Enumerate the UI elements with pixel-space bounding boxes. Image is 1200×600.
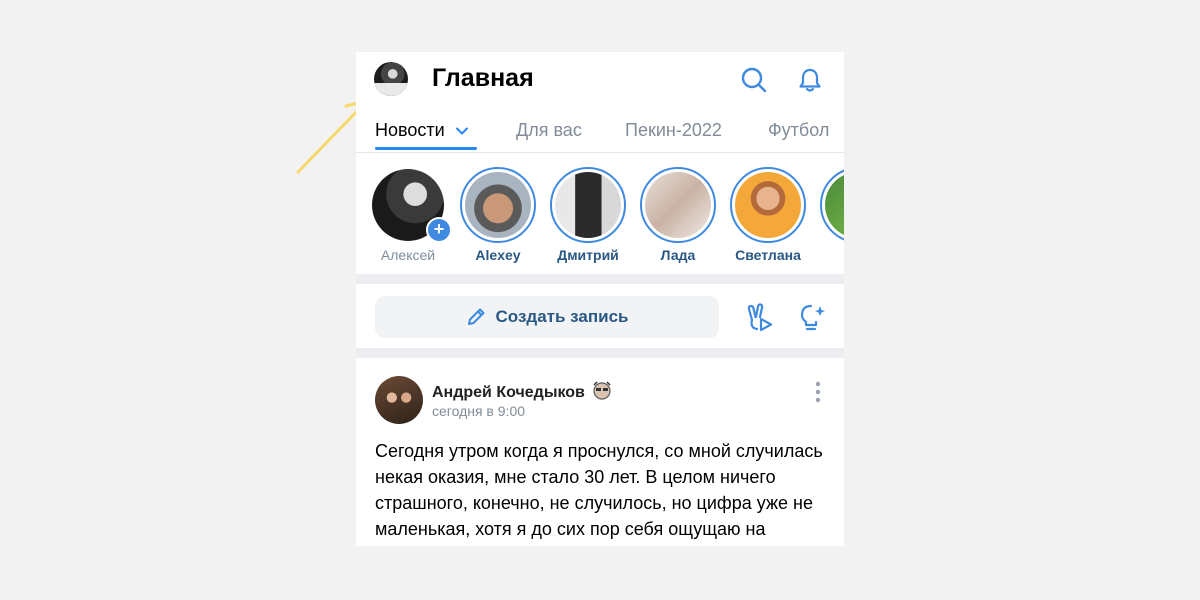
story-name: Лада xyxy=(660,247,696,263)
more-options-icon[interactable] xyxy=(814,380,822,404)
tab-football[interactable]: Футбол xyxy=(768,120,829,141)
active-tab-indicator xyxy=(375,147,477,150)
tab-for-you[interactable]: Для вас xyxy=(516,120,582,141)
search-icon[interactable] xyxy=(740,66,768,94)
story-item[interactable]: Светлана xyxy=(726,167,810,263)
post-author-label: Андрей Кочедыков xyxy=(432,384,585,401)
story-name: Светлана xyxy=(735,247,801,263)
post-timestamp: сегодня в 9:00 xyxy=(432,403,526,419)
story-item[interactable]: Лада xyxy=(636,167,720,263)
idea-icon[interactable] xyxy=(794,300,828,334)
profile-avatar[interactable] xyxy=(374,62,408,96)
story-name: Alexey xyxy=(475,247,521,263)
chevron-down-icon xyxy=(455,127,468,135)
story-avatar xyxy=(645,172,711,238)
create-post-button[interactable]: Создать запись xyxy=(375,296,719,338)
pencil-icon xyxy=(467,308,485,325)
story-name: Алексей xyxy=(380,247,436,263)
create-post-label: Создать запись xyxy=(495,307,629,326)
bell-icon[interactable] xyxy=(796,66,824,94)
divider xyxy=(356,274,844,284)
top-bar: Главная xyxy=(356,52,844,110)
divider xyxy=(356,348,844,358)
feed-tabs: Новости Для вас Пекин-2022 Футбол xyxy=(356,112,844,153)
tab-label: Новости xyxy=(375,120,445,140)
story-name: А xyxy=(816,247,844,263)
story-avatar xyxy=(465,172,531,238)
story-item[interactable]: Alexey xyxy=(456,167,540,263)
author-emoji-icon xyxy=(593,381,611,400)
post-text: Сегодня утром когда я проснулся, со мной… xyxy=(375,441,823,539)
phone-screen: Главная Новости Для вас Пекин-2022 Футбо… xyxy=(356,52,844,546)
post-author-name[interactable]: Андрей Кочедыков xyxy=(432,380,613,402)
page-title: Главная xyxy=(432,64,534,92)
tab-beijing-2022[interactable]: Пекин-2022 xyxy=(625,120,722,141)
story-avatar xyxy=(825,172,844,238)
story-avatar xyxy=(735,172,801,238)
add-story-icon[interactable]: + xyxy=(426,217,452,243)
story-name: Дмитрий xyxy=(557,247,619,263)
story-avatar xyxy=(555,172,621,238)
tab-news[interactable]: Новости xyxy=(375,120,468,141)
story-item[interactable]: А xyxy=(816,167,844,263)
clips-icon[interactable] xyxy=(742,300,776,334)
post-author-avatar[interactable] xyxy=(375,376,423,424)
stories-row: + Алексей Alexey Дмитрий Лада Светлана А xyxy=(356,153,844,274)
story-item[interactable]: Дмитрий xyxy=(546,167,630,263)
story-item[interactable]: + Алексей xyxy=(366,167,452,263)
